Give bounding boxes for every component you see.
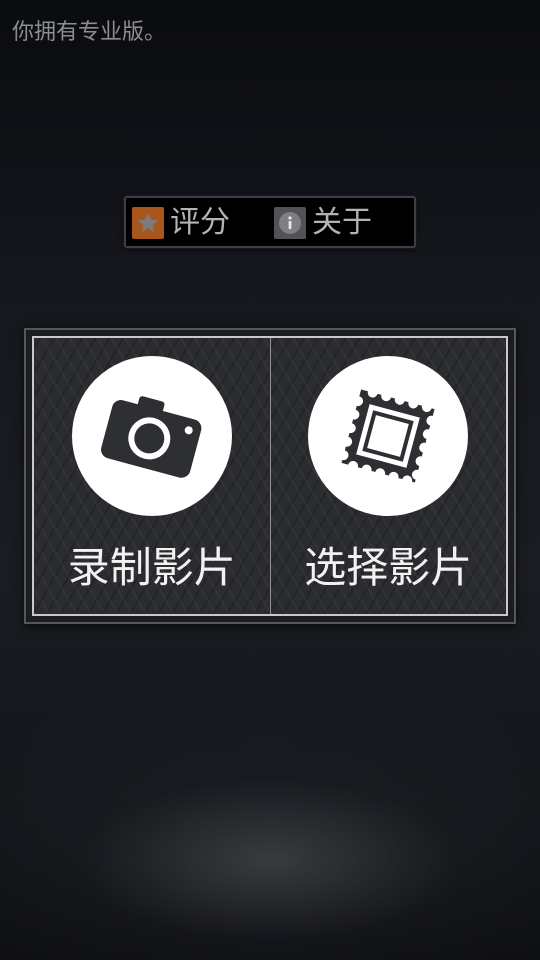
record-video-button[interactable]: 录制影片: [34, 338, 271, 614]
photo-frame-icon: [338, 387, 437, 486]
pro-status-text: 你拥有专业版。: [12, 20, 167, 45]
select-video-button[interactable]: 选择影片: [270, 338, 506, 614]
action-panel-inner: 录制影片 选择影片: [32, 336, 508, 616]
about-button[interactable]: 关于: [274, 205, 372, 241]
select-video-label: 选择影片: [304, 543, 473, 592]
top-menu-bar: 评分 关于: [124, 196, 416, 248]
rate-label: 评分: [170, 205, 230, 240]
rate-button[interactable]: 评分: [132, 205, 230, 241]
info-icon: [274, 207, 306, 239]
about-label: 关于: [312, 205, 372, 240]
record-video-label: 录制影片: [67, 543, 236, 592]
record-icon-circle: [71, 356, 232, 516]
camera-icon: [100, 396, 202, 478]
star-icon: [132, 207, 164, 239]
action-panel: 录制影片 选择影片: [24, 328, 516, 624]
select-icon-circle: [308, 356, 469, 516]
